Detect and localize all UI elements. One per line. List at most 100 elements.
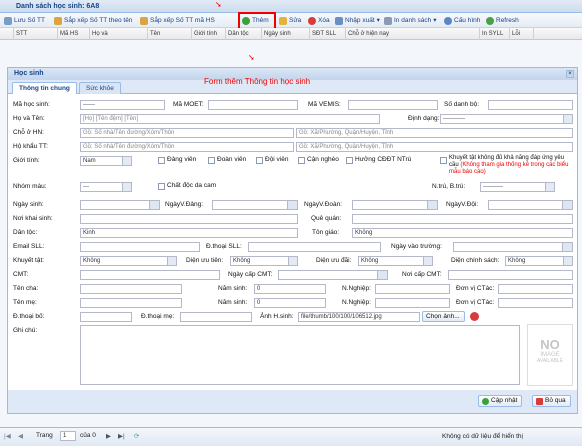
mother-workplace-input[interactable] xyxy=(498,298,573,308)
format-select[interactable]: ----------- xyxy=(440,114,573,124)
label: Quê quán: xyxy=(311,215,342,222)
contact-phone-input[interactable] xyxy=(248,242,381,252)
col-header[interactable]: STT xyxy=(14,28,58,40)
col-header[interactable]: Họ và xyxy=(90,28,148,40)
union-member-checkbox[interactable] xyxy=(208,157,215,164)
col-header[interactable]: Chỗ ở hiện nay xyxy=(346,28,480,40)
select-all-checkbox[interactable] xyxy=(0,28,14,40)
col-header[interactable]: Ngày sinh xyxy=(262,28,310,40)
priority-select[interactable]: Không xyxy=(230,256,298,266)
gear-icon xyxy=(444,16,452,25)
mother-job-input[interactable] xyxy=(375,298,450,308)
choose-photo-button[interactable]: Chọn ảnh... xyxy=(422,311,465,322)
page-input[interactable]: 1 xyxy=(60,431,76,441)
edit-button[interactable]: Sửa xyxy=(279,14,301,27)
label: Cận nghèo xyxy=(307,156,339,163)
toolbar: Lưu Số TT Sắp xếp Số TT theo tên Sắp xếp… xyxy=(0,13,582,28)
photo-path-input[interactable]: file/thumb/100/100/106512.jpg xyxy=(298,312,420,322)
id-issue-place-input[interactable] xyxy=(448,270,573,280)
residence-street-input[interactable]: Gồ: Số nhà/Tên đường/Xóm/Thôn xyxy=(80,128,294,138)
birthplace-input[interactable] xyxy=(80,214,298,224)
mother-name-input[interactable] xyxy=(80,298,182,308)
household-area-input[interactable]: Gồ: Xã/Phường, Quận/Huyện, Tỉnh xyxy=(296,142,573,152)
boarding-type-select[interactable]: ---------- xyxy=(480,182,555,192)
boarding-checkbox[interactable] xyxy=(346,157,353,164)
pioneer-checkbox[interactable] xyxy=(256,157,263,164)
col-header[interactable]: Mã HS xyxy=(58,28,90,40)
father-workplace-input[interactable] xyxy=(498,284,573,294)
union-date-input[interactable] xyxy=(352,200,438,210)
pioneer-date-input[interactable] xyxy=(488,200,573,210)
disability-exempt-checkbox[interactable] xyxy=(440,157,447,164)
col-header[interactable]: SĐT SLL xyxy=(310,28,346,40)
policy-select[interactable]: Không xyxy=(505,256,573,266)
remove-photo-icon[interactable] xyxy=(470,312,479,321)
delete-button[interactable]: Xóa xyxy=(308,14,330,27)
cancel-button[interactable]: Bỏ qua xyxy=(532,395,571,407)
disability-select[interactable]: Không xyxy=(80,256,177,266)
father-birth-year-stepper[interactable]: 0 xyxy=(254,284,326,294)
tab-general-info[interactable]: Thông tin chung xyxy=(12,82,77,94)
id-issue-date-input[interactable] xyxy=(278,270,388,280)
father-phone-input[interactable] xyxy=(80,312,132,322)
incentive-select[interactable]: Không xyxy=(358,256,433,266)
father-name-input[interactable] xyxy=(80,284,182,294)
sort-by-name-button[interactable]: Sắp xếp Số TT theo tên xyxy=(54,14,132,27)
mother-birth-year-stepper[interactable]: 0 xyxy=(254,298,326,308)
hometown-input[interactable] xyxy=(352,214,573,224)
col-header[interactable]: Dân tộc xyxy=(226,28,262,40)
label: Đ.thoại bố: xyxy=(13,313,45,320)
label: Ảnh H.sinh: xyxy=(260,313,294,320)
edit-icon xyxy=(279,16,287,25)
update-button[interactable]: Cập nhật xyxy=(478,395,523,407)
household-street-input[interactable]: Gồ: Số nhà/Tên đường/Xóm/Thôn xyxy=(80,142,294,152)
first-page-icon[interactable]: |◀ xyxy=(4,432,11,440)
email-input[interactable] xyxy=(80,242,200,252)
refresh-icon[interactable]: ⟳ xyxy=(134,432,139,440)
col-header[interactable]: Lỗi xyxy=(510,28,534,40)
full-name-input[interactable]: [Họ] [Tên đệm] [Tên] xyxy=(80,114,380,124)
disability-note: Khuyết tật không đủ khả năng đáp ứng yêu… xyxy=(449,155,569,175)
label: Đội viên xyxy=(265,156,289,163)
residence-area-input[interactable]: Gồ: Xã/Phường, Quận/Huyện, Tỉnh xyxy=(296,128,573,138)
birth-date-input[interactable] xyxy=(80,200,160,210)
vemis-code-input[interactable] xyxy=(348,100,438,110)
label: Đ.thoại SLL: xyxy=(206,243,242,250)
father-job-input[interactable] xyxy=(375,284,450,294)
sort-icon xyxy=(140,16,148,25)
prev-page-icon[interactable]: ◀ xyxy=(18,432,23,440)
gender-select[interactable]: Nam xyxy=(80,156,132,166)
next-page-icon[interactable]: ▶ xyxy=(106,432,111,440)
refresh-button[interactable]: Refresh xyxy=(486,14,519,27)
col-header[interactable]: In SYLL xyxy=(480,28,510,40)
label: Ngày sinh: xyxy=(13,201,44,208)
label: Đơn vị CTác: xyxy=(456,299,495,306)
party-member-checkbox[interactable] xyxy=(158,157,165,164)
id-number-input[interactable] xyxy=(80,270,220,280)
save-order-button[interactable]: Lưu Số TT xyxy=(4,14,45,27)
col-header[interactable]: Giới tính xyxy=(192,28,226,40)
col-header[interactable]: Tên xyxy=(148,28,192,40)
config-button[interactable]: Cấu hình xyxy=(444,14,480,27)
register-number-input[interactable] xyxy=(488,100,573,110)
party-date-input[interactable] xyxy=(212,200,298,210)
mother-phone-input[interactable] xyxy=(180,312,252,322)
label: Mã VEMIS: xyxy=(308,101,341,108)
moet-code-input[interactable] xyxy=(208,100,298,110)
print-list-button[interactable]: In danh sách ▾ xyxy=(384,14,437,27)
enroll-date-input[interactable] xyxy=(453,242,573,252)
tab-health[interactable]: Sức khỏe xyxy=(79,82,121,94)
close-icon[interactable]: × xyxy=(566,70,574,78)
religion-input[interactable]: Không xyxy=(352,228,573,238)
last-page-icon[interactable]: ▶| xyxy=(118,432,125,440)
notes-textarea[interactable] xyxy=(80,325,520,385)
import-export-button[interactable]: Nhập xuất ▾ xyxy=(335,14,380,27)
agent-orange-checkbox[interactable] xyxy=(158,183,165,190)
student-code-input[interactable]: ------ xyxy=(80,100,165,110)
ethnicity-input[interactable]: Kinh xyxy=(80,228,298,238)
sort-by-code-button[interactable]: Sắp xếp Số TT mã HS xyxy=(140,14,215,27)
label: Tên cha: xyxy=(13,285,39,292)
near-poor-checkbox[interactable] xyxy=(298,157,305,164)
blood-type-select[interactable]: --- xyxy=(80,182,132,192)
label: N.Nghiệp: xyxy=(342,299,371,306)
